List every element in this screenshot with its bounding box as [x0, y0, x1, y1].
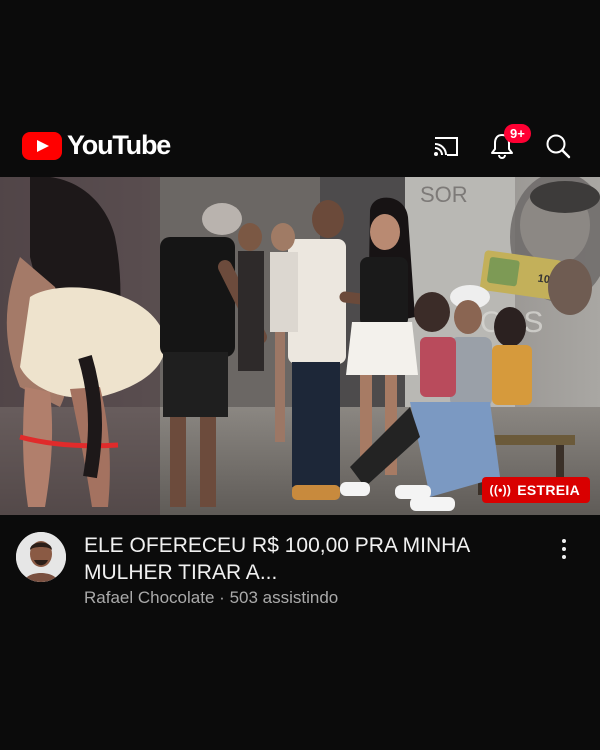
top-app-bar: YouTube 9+: [0, 118, 600, 174]
video-title[interactable]: ELE OFERECEU R$ 100,00 PRA MINHA MULHER …: [84, 532, 524, 586]
search-icon: [546, 134, 571, 159]
video-details: ELE OFERECEU R$ 100,00 PRA MINHA MULHER …: [0, 528, 600, 618]
youtube-play-icon: [22, 131, 62, 160]
video-meta: Rafael Chocolate · 503 assistindo: [84, 588, 338, 608]
logo-text: YouTube: [67, 130, 171, 160]
cast-icon: [434, 137, 458, 156]
more-dot: [562, 547, 566, 551]
notification-badge: 9+: [504, 124, 531, 143]
avatar-image: [16, 532, 66, 582]
meta-separator: ·: [219, 588, 225, 607]
channel-avatar[interactable]: [16, 532, 66, 582]
viewer-count: 503 assistindo: [229, 588, 339, 607]
video-thumbnail[interactable]: SOR OSS 100: [0, 177, 600, 515]
notifications-button[interactable]: 9+: [482, 124, 531, 166]
search-button[interactable]: [538, 126, 578, 166]
broadcast-icon: ((•)): [489, 483, 512, 497]
premiere-label: ESTREIA: [517, 482, 580, 498]
youtube-logo[interactable]: YouTube: [22, 130, 171, 161]
storefront-sign: SOR: [420, 182, 468, 207]
more-dot: [562, 555, 566, 559]
cast-button[interactable]: [426, 126, 466, 166]
premiere-badge: ((•)) ESTREIA: [481, 477, 590, 503]
channel-name[interactable]: Rafael Chocolate: [84, 588, 214, 607]
thumbnail-photo: SOR OSS 100: [0, 177, 600, 515]
more-options-button[interactable]: [554, 534, 574, 564]
more-vert-icon: [562, 539, 566, 543]
header-actions: 9+: [410, 124, 578, 166]
